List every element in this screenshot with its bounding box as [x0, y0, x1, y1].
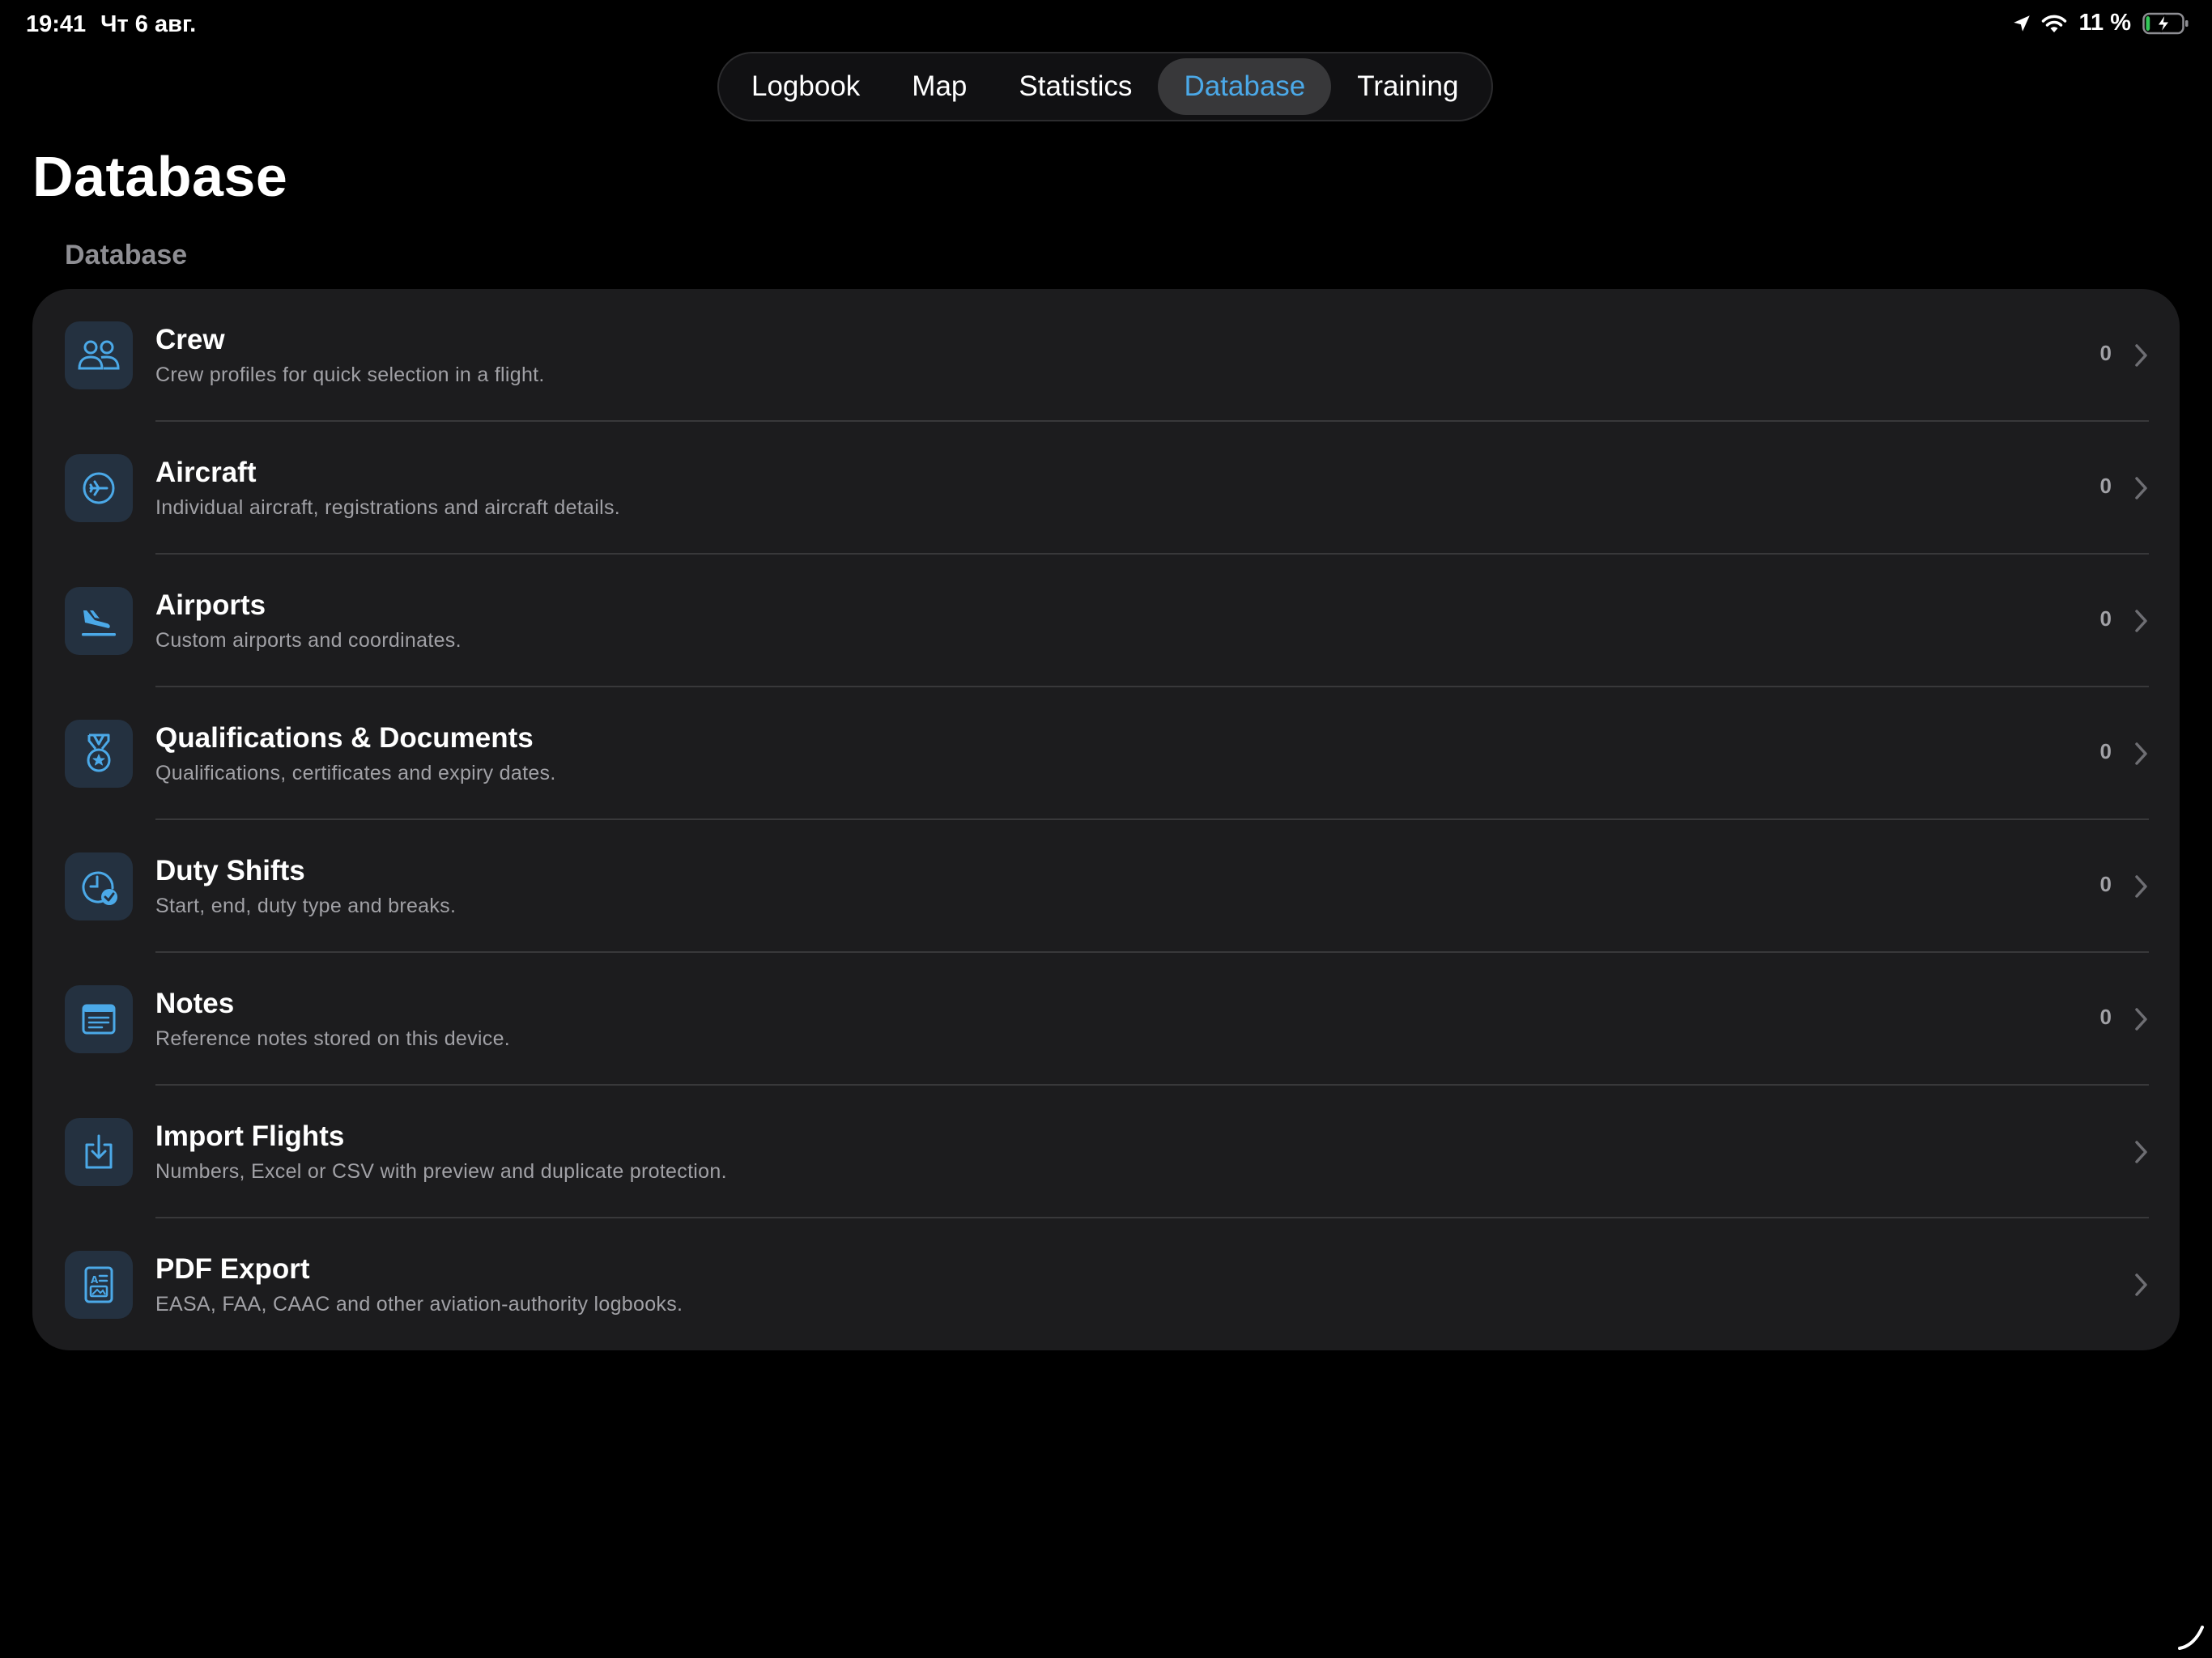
row-count: 0 — [2099, 341, 2112, 365]
svg-text:A: A — [91, 1274, 99, 1286]
aircraft-icon — [65, 454, 133, 522]
medal-icon — [65, 720, 133, 788]
home-indicator-icon[interactable] — [2176, 1622, 2206, 1652]
status-date: Чт 6 авг. — [100, 11, 197, 37]
tab-map[interactable]: Map — [886, 58, 993, 115]
row-title: Crew — [155, 324, 225, 355]
list-item-duty-shifts[interactable]: Duty Shifts Start, end, duty type and br… — [32, 820, 2180, 953]
row-title: PDF Export — [155, 1253, 310, 1285]
tab-statistics[interactable]: Statistics — [993, 58, 1158, 115]
row-title: Notes — [155, 988, 235, 1019]
clock-checkmark-icon — [65, 852, 133, 920]
location-arrow-icon — [2011, 13, 2032, 34]
status-bar: 19:41 Чт 6 авг. 11 % — [0, 0, 2212, 52]
row-subtitle: Individual aircraft, registrations and a… — [155, 496, 621, 519]
list-item-aircraft[interactable]: Aircraft Individual aircraft, registrati… — [32, 422, 2180, 555]
row-subtitle: EASA, FAA, CAAC and other aviation-autho… — [155, 1293, 683, 1316]
tab-database[interactable]: Database — [1158, 58, 1332, 115]
status-time-date: 19:41 Чт 6 авг. — [26, 11, 196, 38]
list-item-airports[interactable]: Airports Custom airports and coordinates… — [32, 555, 2180, 687]
airplane-landing-icon — [65, 587, 133, 655]
tab-training[interactable]: Training — [1331, 58, 1484, 115]
page-title: Database — [32, 145, 288, 208]
list-item-import-flights[interactable]: Import Flights Numbers, Excel or CSV wit… — [32, 1086, 2180, 1218]
crew-icon — [65, 321, 133, 389]
chevron-right-icon — [2135, 344, 2147, 367]
row-subtitle: Qualifications, certificates and expiry … — [155, 762, 556, 784]
section-header: Database — [65, 240, 188, 270]
list-item-qualifications[interactable]: Qualifications & Documents Qualification… — [32, 687, 2180, 820]
chevron-right-icon — [2135, 610, 2147, 632]
notes-icon — [65, 985, 133, 1053]
chevron-right-icon — [2135, 1141, 2147, 1163]
chevron-right-icon — [2135, 477, 2147, 500]
list-item-notes[interactable]: Notes Reference notes stored on this dev… — [32, 953, 2180, 1086]
list-item-crew[interactable]: Crew Crew profiles for quick selection i… — [32, 289, 2180, 422]
row-subtitle: Custom airports and coordinates. — [155, 629, 462, 652]
row-subtitle: Start, end, duty type and breaks. — [155, 895, 457, 917]
row-title: Import Flights — [155, 1120, 345, 1152]
status-indicators: 11 % — [2011, 10, 2190, 36]
row-count: 0 — [2099, 1005, 2112, 1029]
tab-logbook[interactable]: Logbook — [725, 58, 886, 115]
chevron-right-icon — [2135, 875, 2147, 898]
row-subtitle: Numbers, Excel or CSV with preview and d… — [155, 1160, 727, 1183]
row-title: Airports — [155, 589, 266, 621]
chevron-right-icon — [2135, 742, 2147, 765]
wifi-icon — [2040, 13, 2068, 34]
tab-bar: Logbook Map Statistics Database Training — [717, 52, 1493, 121]
row-count: 0 — [2099, 474, 2112, 498]
row-count: 0 — [2099, 872, 2112, 896]
row-title: Aircraft — [155, 457, 257, 488]
battery-charging-icon — [2142, 12, 2189, 35]
battery-percent: 11 % — [2078, 10, 2132, 36]
chevron-right-icon — [2135, 1273, 2147, 1296]
row-count: 0 — [2099, 739, 2112, 763]
pdf-document-icon: A — [65, 1251, 133, 1319]
row-subtitle: Crew profiles for quick selection in a f… — [155, 363, 545, 386]
chevron-right-icon — [2135, 1008, 2147, 1031]
database-list: Crew Crew profiles for quick selection i… — [32, 289, 2180, 1350]
row-title: Duty Shifts — [155, 855, 305, 886]
row-title: Qualifications & Documents — [155, 722, 534, 754]
list-item-pdf-export[interactable]: A PDF Export EASA, FAA, CAAC and other a… — [32, 1218, 2180, 1350]
status-time: 19:41 — [26, 11, 87, 37]
row-subtitle: Reference notes stored on this device. — [155, 1027, 511, 1050]
row-count: 0 — [2099, 606, 2112, 631]
import-tray-icon — [65, 1118, 133, 1186]
